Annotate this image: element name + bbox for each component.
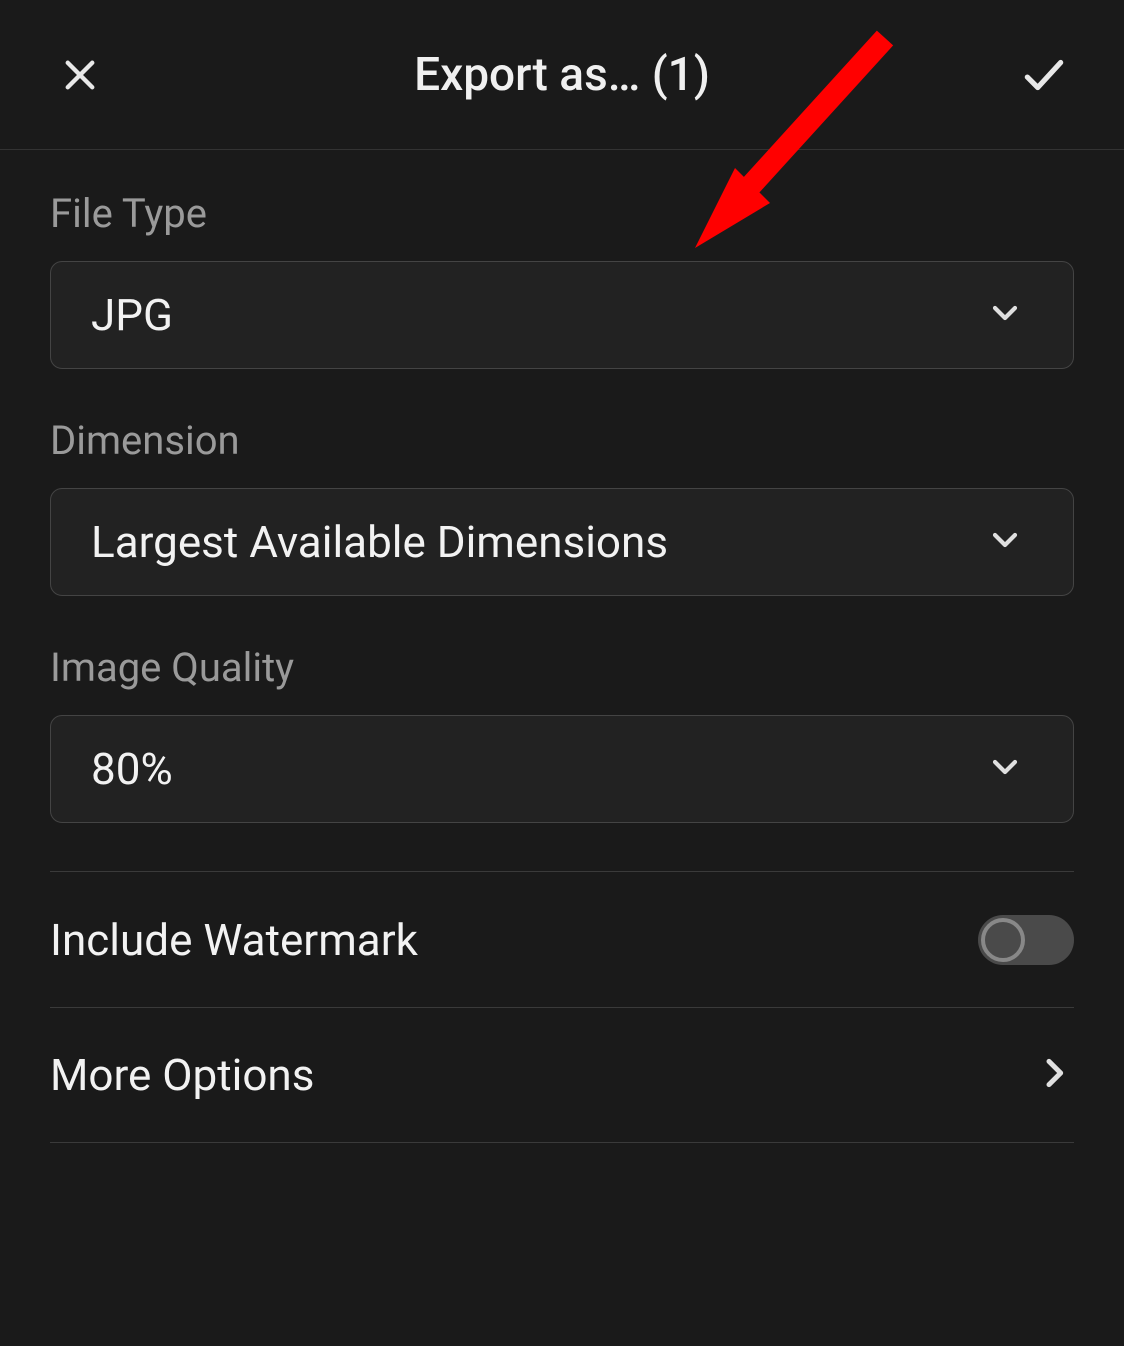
chevron-down-icon (985, 520, 1025, 564)
content-area: File Type JPG Dimension Largest Availabl… (0, 150, 1124, 1143)
chevron-down-icon (985, 747, 1025, 791)
toggle-knob (981, 918, 1025, 962)
file-type-value: JPG (91, 289, 173, 341)
more-options-row[interactable]: More Options (50, 1007, 1074, 1143)
include-watermark-row[interactable]: Include Watermark (50, 871, 1074, 1007)
file-type-dropdown[interactable]: JPG (50, 261, 1074, 369)
close-icon (59, 54, 101, 96)
page-title: Export as… (1) (105, 48, 1019, 102)
image-quality-value: 80% (91, 743, 173, 795)
chevron-right-icon (1034, 1053, 1074, 1097)
include-watermark-toggle[interactable] (978, 915, 1074, 965)
file-type-label: File Type (50, 190, 1074, 237)
header-bar: Export as… (1) (0, 0, 1124, 150)
image-quality-dropdown[interactable]: 80% (50, 715, 1074, 823)
image-quality-label: Image Quality (50, 644, 1074, 691)
confirm-button[interactable] (1019, 50, 1069, 100)
more-options-label: More Options (50, 1049, 314, 1101)
dimension-label: Dimension (50, 417, 1074, 464)
close-button[interactable] (55, 50, 105, 100)
dimension-value: Largest Available Dimensions (91, 516, 668, 568)
include-watermark-label: Include Watermark (50, 914, 418, 966)
chevron-down-icon (985, 293, 1025, 337)
dimension-dropdown[interactable]: Largest Available Dimensions (50, 488, 1074, 596)
checkmark-icon (1019, 50, 1069, 100)
